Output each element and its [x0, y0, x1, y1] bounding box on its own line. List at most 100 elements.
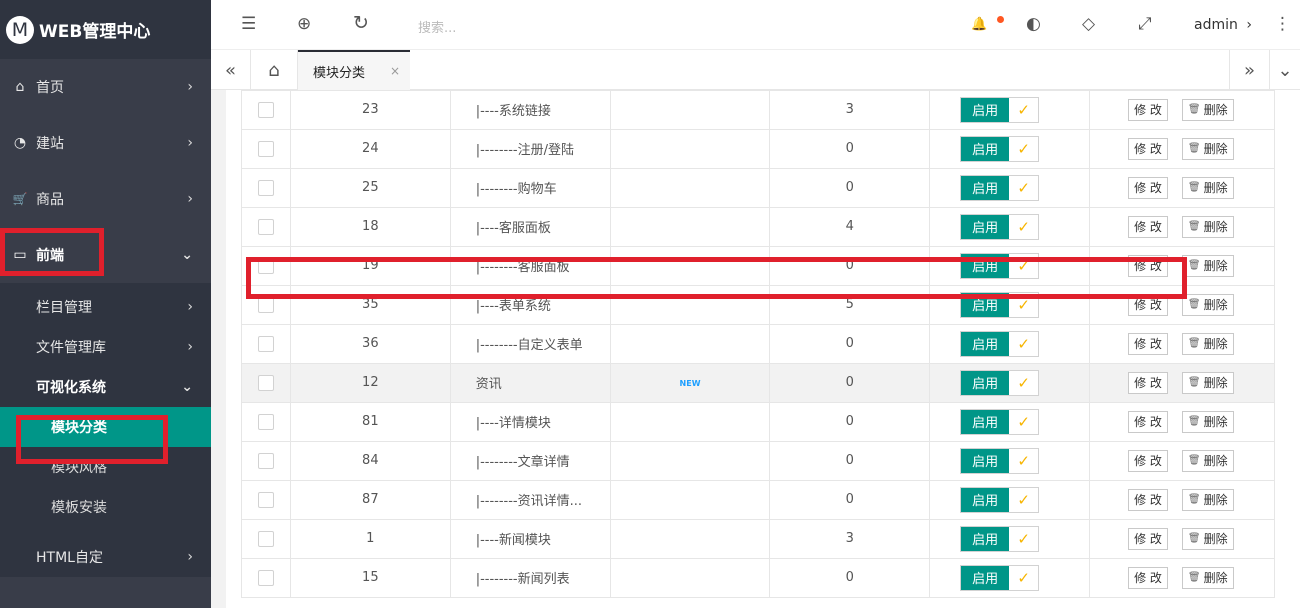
- sidebar-item-template-install[interactable]: 模板安装: [0, 487, 211, 527]
- row-checkbox[interactable]: [257, 530, 274, 547]
- row-checkbox[interactable]: [257, 335, 274, 352]
- chevron-right-icon: ›: [187, 549, 193, 565]
- edit-button[interactable]: 修 改: [1128, 98, 1168, 121]
- delete-button[interactable]: 🗑 删除: [1181, 293, 1234, 316]
- delete-button[interactable]: 🗑 删除: [1181, 371, 1234, 394]
- status-switch[interactable]: 启用 ✓: [960, 408, 1040, 435]
- logo[interactable]: M WEB管理中心: [0, 0, 211, 59]
- edit-button[interactable]: 修 改: [1128, 215, 1168, 238]
- table-row: 15 |--------新闻列表 0 启用 ✓ 修 改 🗑 删除: [241, 558, 1275, 598]
- status-switch[interactable]: 启用 ✓: [960, 486, 1040, 513]
- edit-button[interactable]: 修 改: [1128, 176, 1168, 199]
- sidebar-item-html-custom[interactable]: HTML自定 ›: [0, 537, 211, 577]
- status-switch[interactable]: 启用 ✓: [960, 330, 1040, 357]
- sidebar: M WEB管理中心 ⌂ 首页 › ◔ 建站 › 🛒 商品 › ▭ 前端 ⌄ 栏目…: [0, 0, 211, 608]
- row-count: 0: [769, 441, 931, 481]
- row-checkbox[interactable]: [257, 569, 274, 586]
- status-switch[interactable]: 启用 ✓: [960, 369, 1040, 396]
- sidebar-item-home[interactable]: ⌂ 首页 ›: [0, 59, 211, 115]
- sidebar-item-columns[interactable]: 栏目管理 ›: [0, 287, 211, 327]
- user-menu[interactable]: admin ›: [1194, 17, 1252, 33]
- refresh-icon[interactable]: ↻: [353, 12, 369, 34]
- sidebar-item-files[interactable]: 文件管理库 ›: [0, 327, 211, 367]
- row-checkbox[interactable]: [257, 257, 274, 274]
- delete-button[interactable]: 🗑 删除: [1181, 332, 1234, 355]
- table-row: 12 资讯 NEW 0 启用 ✓ 修 改 🗑 删除: [241, 363, 1275, 403]
- tab-prev-button[interactable]: «: [211, 50, 251, 90]
- status-label: 启用: [961, 526, 1010, 551]
- sidebar-item-build[interactable]: ◔ 建站 ›: [0, 115, 211, 171]
- edit-button[interactable]: 修 改: [1128, 137, 1168, 160]
- more-icon[interactable]: ⋮: [1274, 14, 1291, 34]
- status-label: 启用: [961, 448, 1010, 473]
- delete-button[interactable]: 🗑 删除: [1181, 176, 1234, 199]
- row-checkbox[interactable]: [257, 413, 274, 430]
- status-switch[interactable]: 启用 ✓: [960, 96, 1040, 123]
- edit-button[interactable]: 修 改: [1128, 527, 1168, 550]
- delete-label: 删除: [1203, 571, 1228, 585]
- status-switch[interactable]: 启用 ✓: [960, 174, 1040, 201]
- row-checkbox[interactable]: [257, 218, 274, 235]
- edit-button[interactable]: 修 改: [1128, 488, 1168, 511]
- fullscreen-icon[interactable]: ⤢: [1138, 14, 1152, 34]
- row-checkbox[interactable]: [257, 491, 274, 508]
- edit-button[interactable]: 修 改: [1128, 293, 1168, 316]
- close-icon[interactable]: ×: [390, 64, 400, 78]
- tab-home-button[interactable]: ⌂: [251, 50, 298, 90]
- edit-button[interactable]: 修 改: [1128, 254, 1168, 277]
- status-label: 启用: [961, 97, 1010, 122]
- row-checkbox[interactable]: [257, 140, 274, 157]
- row-checkbox[interactable]: [257, 296, 274, 313]
- sidebar-item-products[interactable]: 🛒 商品 ›: [0, 171, 211, 227]
- globe-icon[interactable]: ⊕: [297, 14, 311, 34]
- status-switch[interactable]: 启用 ✓: [960, 135, 1040, 162]
- edit-button[interactable]: 修 改: [1128, 371, 1168, 394]
- sidebar-item-module-category[interactable]: 模块分类: [0, 407, 211, 447]
- delete-button[interactable]: 🗑 删除: [1181, 254, 1234, 277]
- search-input[interactable]: 搜索...: [418, 17, 456, 36]
- row-checkbox[interactable]: [257, 452, 274, 469]
- delete-button[interactable]: 🗑 删除: [1181, 488, 1234, 511]
- sidebar-item-frontend[interactable]: ▭ 前端 ⌄: [0, 227, 211, 283]
- delete-button[interactable]: 🗑 删除: [1181, 410, 1234, 433]
- row-status-cell: 启用 ✓: [929, 519, 1091, 559]
- chevron-right-icon: ›: [187, 339, 193, 355]
- delete-label: 删除: [1203, 454, 1228, 468]
- delete-button[interactable]: 🗑 删除: [1181, 566, 1234, 589]
- sidebar-item-module-style[interactable]: 模块风格: [0, 447, 211, 487]
- row-count: 5: [769, 285, 931, 325]
- status-switch[interactable]: 启用 ✓: [960, 252, 1040, 279]
- tab-next-button[interactable]: »: [1229, 50, 1269, 90]
- delete-button[interactable]: 🗑 删除: [1181, 215, 1234, 238]
- delete-button[interactable]: 🗑 删除: [1181, 449, 1234, 472]
- tag-icon[interactable]: ◇: [1082, 14, 1095, 34]
- theme-icon[interactable]: ◐: [1026, 14, 1041, 34]
- delete-button[interactable]: 🗑 删除: [1181, 527, 1234, 550]
- row-checkbox[interactable]: [257, 374, 274, 391]
- row-name: |--------注册/登陆: [450, 129, 611, 169]
- edit-button[interactable]: 修 改: [1128, 332, 1168, 355]
- status-switch[interactable]: 启用 ✓: [960, 564, 1040, 591]
- check-icon: ✓: [1009, 409, 1039, 434]
- bell-icon[interactable]: 🔔: [971, 17, 987, 32]
- edit-button[interactable]: 修 改: [1128, 410, 1168, 433]
- row-select-cell: [241, 129, 291, 169]
- delete-button[interactable]: 🗑 删除: [1181, 98, 1234, 121]
- edit-button[interactable]: 修 改: [1128, 566, 1168, 589]
- menu-toggle-icon[interactable]: ☰: [241, 14, 256, 34]
- sidebar-item-visual-system[interactable]: 可视化系统 ⌄: [0, 367, 211, 407]
- status-switch[interactable]: 启用 ✓: [960, 447, 1040, 474]
- edit-button[interactable]: 修 改: [1128, 449, 1168, 472]
- row-count: 0: [769, 363, 931, 403]
- row-checkbox[interactable]: [257, 179, 274, 196]
- delete-button[interactable]: 🗑 删除: [1181, 137, 1234, 160]
- row-actions-cell: 修 改 🗑 删除: [1089, 558, 1275, 598]
- status-switch[interactable]: 启用 ✓: [960, 525, 1040, 552]
- table-row: 23 |----系统链接 3 启用 ✓ 修 改 🗑 删除: [241, 90, 1275, 130]
- status-switch[interactable]: 启用 ✓: [960, 291, 1040, 318]
- row-id: 15: [290, 558, 451, 598]
- status-switch[interactable]: 启用 ✓: [960, 213, 1040, 240]
- tab-module-category[interactable]: 模块分类 ×: [298, 50, 410, 90]
- row-checkbox[interactable]: [257, 101, 274, 118]
- tab-dropdown-button[interactable]: ⌄: [1269, 50, 1300, 90]
